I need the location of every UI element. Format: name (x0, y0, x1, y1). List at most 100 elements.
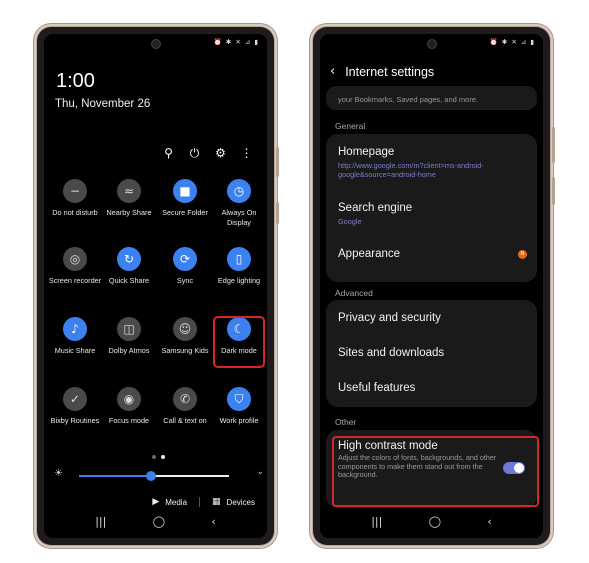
quick-tile-always-on-display[interactable]: ◷ Always On Display (211, 179, 267, 227)
minus-circle-icon: − (63, 179, 87, 203)
tile-label: Call & text on (163, 416, 207, 425)
appearance-title: Appearance (338, 248, 401, 260)
phone-internet-settings: ⏰ ✱ ✕ ⊿ ▮ ‹ Internet settings your Bookm… (313, 27, 555, 545)
brightness-slider[interactable]: ☀ ⌄ (54, 467, 264, 484)
homepage-setting[interactable]: Homepage http://www.google.com/m?client=… (338, 146, 527, 179)
devices-icon[interactable]: ▦ (212, 497, 221, 507)
quick-tile-bixby-routines[interactable]: ✓ Bixby Routines (47, 387, 103, 426)
tile-label: Secure Folder (162, 208, 208, 217)
quick-tile-quick-share[interactable]: ↻ Quick Share (101, 247, 157, 286)
media-button[interactable]: Media (165, 498, 187, 507)
tile-label: Nearby Share (106, 208, 152, 217)
media-devices-bar: ▶ Media ▦ Devices (152, 497, 255, 507)
quick-tile-edge-lighting[interactable]: ▯ Edge lighting (211, 247, 267, 286)
front-camera (151, 40, 160, 48)
brightness-knob[interactable] (146, 471, 156, 481)
tile-label: Edge lighting (217, 276, 261, 285)
chevron-down-icon[interactable]: ⌄ (256, 467, 264, 477)
search-engine-setting[interactable]: Search engine Google (338, 202, 527, 226)
gear-icon[interactable]: ⚙ (214, 146, 227, 161)
clock-date: Thu, November 26 (55, 98, 151, 110)
quick-panel-actions: ⚲ ⏻ ⚙ ⋮ (162, 146, 253, 161)
quick-tile-dolby-atmos[interactable]: ◫ Dolby Atmos (101, 317, 157, 356)
section-advanced: Advanced (335, 288, 373, 298)
appearance-setting[interactable]: Appearance (338, 248, 527, 260)
back-arrow-icon[interactable]: ‹ (330, 64, 335, 79)
home-button[interactable]: ◯ (153, 515, 165, 528)
quick-tile-call-text-on[interactable]: ✆ Call & text on (157, 387, 213, 426)
status-bar-icons: ⏰ ✱ ✕ ⊿ ▮ (489, 38, 535, 46)
back-button[interactable]: ‹ (211, 515, 215, 528)
quick-tile-screen-recorder[interactable]: ◎ Screen recorder (47, 247, 103, 286)
phone-quick-panel: ⏰ ✱ ✕ ⊿ ▮ 1:00 Thu, November 26 ⚲ ⏻ ⚙ ⋮ … (37, 27, 279, 545)
work-profile-icon: ⛉ (227, 387, 251, 411)
section-other: Other (335, 417, 357, 427)
kids-icon: ☺ (173, 317, 197, 341)
section-general: General (335, 121, 366, 131)
sync-icon: ⟳ (173, 247, 197, 271)
play-icon[interactable]: ▶ (152, 497, 159, 507)
sites-downloads-title: Sites and downloads (338, 347, 445, 359)
volume-button (552, 127, 555, 163)
quick-tile-sync[interactable]: ⟳ Sync (157, 247, 213, 286)
quick-tile-secure-folder[interactable]: ■ Secure Folder (157, 179, 213, 218)
call-text-icon: ✆ (173, 387, 197, 411)
tile-label: Work profile (219, 416, 259, 425)
music-icon: ♪ (63, 317, 87, 341)
page-dot[interactable] (152, 455, 156, 459)
search-engine-title: Search engine (338, 202, 413, 214)
quick-tile-work-profile[interactable]: ⛉ Work profile (211, 387, 267, 426)
edge-lighting-icon: ▯ (227, 247, 251, 271)
recents-button[interactable]: ||| (371, 515, 382, 528)
card-description: your Bookmarks, Saved pages, and more. (338, 95, 479, 104)
bixby-routines-icon: ✓ (63, 387, 87, 411)
brightness-track[interactable] (79, 471, 229, 481)
more-vertical-icon[interactable]: ⋮ (240, 146, 253, 161)
previous-settings-card: your Bookmarks, Saved pages, and more. (326, 86, 537, 110)
sites-downloads-setting[interactable]: Sites and downloads (338, 347, 527, 359)
clock-icon: ◷ (227, 179, 251, 203)
page-indicator (152, 455, 165, 459)
folder-icon: ■ (173, 179, 197, 203)
divider (199, 497, 201, 507)
volume-button (276, 147, 279, 177)
general-card: Homepage http://www.google.com/m?client=… (326, 134, 537, 282)
useful-features-setting[interactable]: Useful features (338, 382, 527, 394)
devices-button[interactable]: Devices (227, 498, 255, 507)
clock-time: 1:00 (56, 70, 95, 92)
tile-label: Sync (176, 276, 194, 285)
quick-tile-samsung-kids[interactable]: ☺ Samsung Kids (157, 317, 213, 356)
homepage-url: http://www.google.com/m?client=ms-androi… (338, 161, 484, 179)
brightness-fill (79, 475, 151, 477)
power-icon[interactable]: ⏻ (188, 146, 201, 161)
back-button[interactable]: ‹ (487, 515, 491, 528)
home-button[interactable]: ◯ (429, 515, 441, 528)
quick-share-icon: ↻ (117, 247, 141, 271)
search-icon[interactable]: ⚲ (162, 146, 175, 161)
tile-label: Dolby Atmos (108, 346, 150, 355)
stage: ⏰ ✱ ✕ ⊿ ▮ 1:00 Thu, November 26 ⚲ ⏻ ⚙ ⋮ … (0, 0, 589, 563)
privacy-setting[interactable]: Privacy and security (338, 312, 527, 324)
internet-settings-screen: ⏰ ✱ ✕ ⊿ ▮ ‹ Internet settings your Bookm… (320, 34, 543, 538)
tile-label: Focus mode (108, 416, 150, 425)
quick-tile-nearby-share[interactable]: ≈ Nearby Share (101, 179, 157, 218)
page-dot-active[interactable] (161, 455, 165, 459)
sun-icon: ☀ (54, 468, 63, 479)
settings-header: ‹ Internet settings (330, 64, 434, 79)
tile-label: Bixby Routines (50, 416, 100, 425)
quick-tile-do-not-disturb[interactable]: − Do not disturb (47, 179, 103, 218)
quick-tile-music-share[interactable]: ♪ Music Share (47, 317, 103, 356)
power-button (552, 177, 555, 205)
recents-button[interactable]: ||| (95, 515, 106, 528)
privacy-title: Privacy and security (338, 312, 441, 324)
tile-label: Screen recorder (48, 276, 102, 285)
nearby-share-icon: ≈ (117, 179, 141, 203)
advanced-card: Privacy and security Sites and downloads… (326, 300, 537, 407)
new-badge: N (518, 250, 527, 259)
quick-panel-screen: ⏰ ✱ ✕ ⊿ ▮ 1:00 Thu, November 26 ⚲ ⏻ ⚙ ⋮ … (44, 34, 267, 538)
tile-label: Always On Display (221, 208, 257, 227)
quick-tile-focus-mode[interactable]: ◉ Focus mode (101, 387, 157, 426)
page-title: Internet settings (345, 64, 435, 79)
homepage-title: Homepage (338, 146, 395, 158)
tile-label: Music Share (54, 346, 96, 355)
